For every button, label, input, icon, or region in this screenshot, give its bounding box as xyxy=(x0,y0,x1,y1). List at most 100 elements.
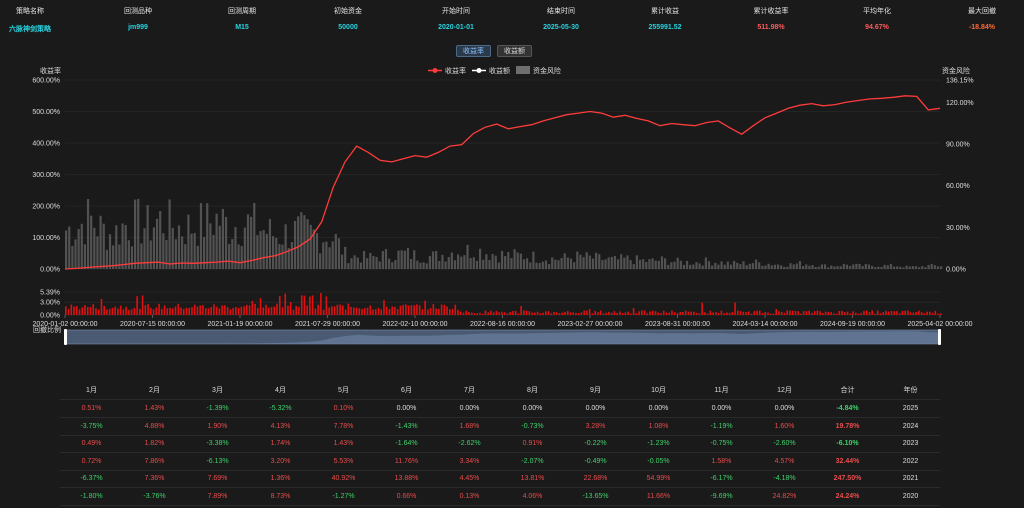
table-cell: 0.51% xyxy=(81,405,102,412)
summary-field-label: 策略名称 xyxy=(16,8,44,15)
tab-return-amount[interactable]: 收益额 xyxy=(497,45,532,57)
risk-bar xyxy=(720,261,723,269)
risk-bar xyxy=(497,262,500,269)
drawdown-bar xyxy=(506,313,509,315)
risk-bar xyxy=(510,258,513,269)
table-cell: 7.69% xyxy=(207,475,228,482)
drawdown-bar xyxy=(347,303,350,315)
drawdown-bar xyxy=(270,307,273,315)
drawdown-bar xyxy=(185,307,188,315)
risk-bar xyxy=(692,264,695,269)
drawdown-bar xyxy=(717,312,720,315)
risk-bar xyxy=(557,260,560,269)
drawdown-bar xyxy=(520,305,522,315)
risk-bar xyxy=(516,252,519,269)
drawdown-bar xyxy=(797,311,799,315)
risk-bar xyxy=(86,199,90,269)
risk-bar xyxy=(588,255,591,269)
drawdown-bar xyxy=(100,298,103,315)
drawdown-bar xyxy=(553,311,555,315)
drawdown-bar xyxy=(446,306,448,315)
risk-bar xyxy=(83,244,87,269)
lower-tick: 3.00% xyxy=(40,300,60,307)
drawdown-bar xyxy=(586,310,588,315)
table-cell: -9.69% xyxy=(710,492,733,500)
drawdown-bar xyxy=(909,312,912,315)
risk-bar xyxy=(309,224,312,269)
risk-bar xyxy=(711,265,714,269)
drawdown-bar xyxy=(621,312,624,315)
risk-bar xyxy=(168,199,171,269)
drawdown-bar xyxy=(363,308,366,315)
y-right-tick: 136.15% xyxy=(946,78,974,85)
risk-bar xyxy=(453,260,457,269)
risk-bar xyxy=(265,233,268,269)
legend-dot xyxy=(476,68,482,73)
risk-bar xyxy=(780,265,783,269)
risk-bar xyxy=(262,229,265,269)
risk-bar xyxy=(751,263,755,269)
risk-bar xyxy=(74,239,77,269)
table-header-cell: 合计 xyxy=(840,387,855,394)
y-left-tick: 300.00% xyxy=(32,172,60,179)
drawdown-bar xyxy=(646,313,649,315)
risk-bar xyxy=(886,265,889,269)
drawdown-bar xyxy=(295,305,298,315)
tab-return-rate[interactable]: 收益率 xyxy=(456,45,491,57)
risk-bar xyxy=(726,261,729,269)
risk-bar xyxy=(629,260,632,269)
drawdown-bar xyxy=(833,313,835,315)
table-year-cell: 2024 xyxy=(902,422,919,430)
drawdown-bar xyxy=(668,312,671,315)
drawdown-bar xyxy=(940,313,942,315)
risk-bar xyxy=(384,249,388,269)
drawdown-bar xyxy=(641,310,643,315)
risk-bar xyxy=(130,246,134,269)
table-total-cell: -6.10% xyxy=(836,440,859,447)
risk-bar xyxy=(159,211,162,269)
y-right-tick: 120.00% xyxy=(946,100,974,107)
risk-bar xyxy=(638,259,642,269)
risk-bar xyxy=(409,259,413,269)
risk-bar xyxy=(460,256,463,269)
drawdown-bar xyxy=(188,307,191,315)
y-left-tick: 500.00% xyxy=(32,109,60,116)
drawdown-bar xyxy=(783,312,786,315)
drawdown-bar xyxy=(816,310,819,315)
risk-bar xyxy=(823,264,827,269)
risk-bar xyxy=(795,263,798,269)
risk-bar xyxy=(425,263,428,269)
drawdown-bar xyxy=(835,313,838,315)
risk-bar xyxy=(441,254,444,269)
risk-bar xyxy=(626,255,629,269)
range-handle-left xyxy=(64,329,67,345)
table-header-cell: 11月 xyxy=(714,387,729,394)
table-cell: -5.32% xyxy=(269,405,292,412)
y-right-label: 资金风险 xyxy=(942,66,970,75)
summary-field-label: 开始时间 xyxy=(442,8,470,15)
risk-bar xyxy=(422,262,425,269)
drawdown-bar xyxy=(747,311,750,315)
drawdown-bar xyxy=(539,313,542,315)
risk-bar xyxy=(293,221,297,269)
risk-bar xyxy=(648,259,651,269)
table-header-cell: 3月 xyxy=(212,387,223,394)
drawdown-bar xyxy=(635,313,638,315)
lower-bars xyxy=(65,292,942,315)
drawdown-bar xyxy=(509,311,511,315)
risk-bar xyxy=(579,254,582,269)
risk-bar xyxy=(770,265,773,269)
drawdown-bar xyxy=(81,307,84,315)
drawdown-bar xyxy=(775,309,778,315)
risk-bar xyxy=(77,228,80,269)
drawdown-bar xyxy=(791,310,794,315)
table-cell: 1.68% xyxy=(459,422,480,430)
risk-bar xyxy=(284,224,287,269)
drawdown-bar xyxy=(339,304,341,315)
risk-bar xyxy=(93,227,96,269)
risk-bar xyxy=(300,212,303,269)
risk-bar xyxy=(237,244,240,269)
risk-bar xyxy=(290,242,294,269)
drawdown-bar xyxy=(237,307,240,315)
x-tick-label: 2021-07-29 00:00:00 xyxy=(295,321,360,328)
